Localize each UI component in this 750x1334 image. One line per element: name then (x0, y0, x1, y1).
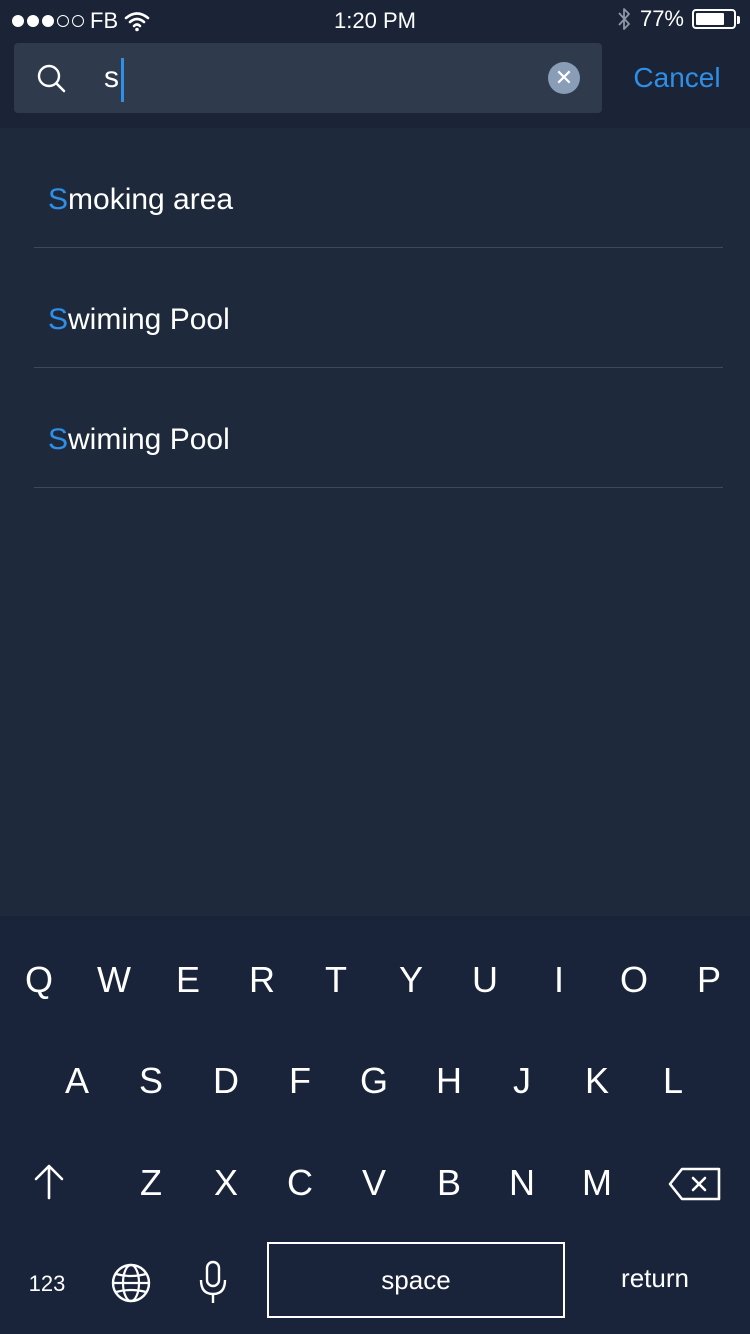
battery-percent: 77% (639, 6, 684, 31)
key-v[interactable]: V (344, 1153, 404, 1213)
keyboard: Q W E R T Y U I O P A S D F G H J K L Z … (0, 916, 750, 1334)
key-u[interactable]: U (455, 950, 515, 1010)
key-d[interactable]: D (196, 1051, 256, 1111)
search-input[interactable]: s (14, 43, 602, 113)
return-key[interactable]: return (600, 1256, 710, 1300)
battery-icon (692, 9, 740, 29)
key-k[interactable]: K (567, 1051, 627, 1111)
row-divider (34, 487, 723, 488)
search-result-item[interactable]: Swiming Pool (0, 248, 750, 368)
bluetooth-icon (618, 8, 630, 30)
key-y[interactable]: Y (381, 950, 441, 1010)
result-label: Smoking area (48, 180, 233, 220)
numbers-key[interactable]: 123 (22, 1264, 72, 1304)
key-r[interactable]: R (232, 950, 292, 1010)
key-s[interactable]: S (121, 1051, 181, 1111)
cancel-button[interactable]: Cancel (620, 58, 734, 98)
globe-icon[interactable] (110, 1262, 152, 1304)
shift-icon[interactable] (30, 1162, 68, 1202)
key-l[interactable]: L (643, 1051, 703, 1111)
match-rest: moking area (68, 183, 234, 216)
key-b[interactable]: B (419, 1153, 479, 1213)
match-rest: wiming Pool (68, 303, 230, 336)
key-t[interactable]: T (306, 950, 366, 1010)
key-p[interactable]: P (679, 950, 739, 1010)
status-right: 77% (616, 6, 740, 32)
result-label: Swiming Pool (48, 300, 230, 340)
status-bar: FB 1:20 PM 77% (0, 0, 750, 40)
key-a[interactable]: A (47, 1051, 107, 1111)
clear-search-button[interactable]: ✕ (548, 62, 580, 94)
match-highlight: S (48, 183, 69, 216)
key-h[interactable]: H (419, 1051, 479, 1111)
close-icon: ✕ (554, 65, 574, 90)
key-g[interactable]: G (344, 1051, 404, 1111)
match-rest: wiming Pool (68, 423, 230, 456)
key-j[interactable]: J (492, 1051, 552, 1111)
key-x[interactable]: X (196, 1153, 256, 1213)
key-w[interactable]: W (84, 950, 144, 1010)
key-n[interactable]: N (492, 1153, 552, 1213)
search-result-item[interactable]: Smoking area (0, 128, 750, 248)
key-z[interactable]: Z (121, 1153, 181, 1213)
key-q[interactable]: Q (9, 950, 69, 1010)
search-results-list: Smoking area Swiming Pool Swiming Pool (0, 128, 750, 488)
match-highlight: S (48, 303, 69, 336)
backspace-icon[interactable] (668, 1166, 722, 1202)
result-label: Swiming Pool (48, 420, 230, 460)
key-o[interactable]: O (604, 950, 664, 1010)
key-f[interactable]: F (270, 1051, 330, 1111)
key-c[interactable]: C (270, 1153, 330, 1213)
match-highlight: S (48, 423, 69, 456)
header: FB 1:20 PM 77% s ✕ Cancel (0, 0, 750, 128)
search-query-text: s (104, 61, 119, 94)
key-m[interactable]: M (567, 1153, 627, 1213)
search-result-item[interactable]: Swiming Pool (0, 368, 750, 488)
microphone-icon[interactable] (198, 1260, 228, 1306)
key-e[interactable]: E (158, 950, 218, 1010)
text-cursor (121, 58, 124, 102)
search-icon (37, 64, 66, 93)
space-key[interactable]: space (267, 1242, 565, 1318)
key-i[interactable]: I (529, 950, 589, 1010)
